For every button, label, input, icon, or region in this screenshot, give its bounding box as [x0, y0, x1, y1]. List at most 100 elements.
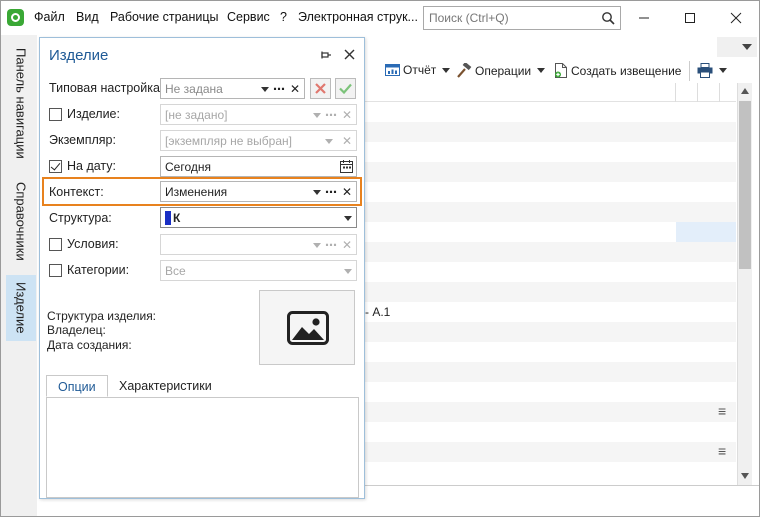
tab-navigation-panel[interactable]: Панель навигации [6, 39, 36, 167]
chevron-down-icon[interactable] [344, 269, 352, 274]
tab-product[interactable]: Изделие [6, 275, 36, 341]
operations-label: Операции [475, 63, 532, 78]
categories-checkbox[interactable] [49, 264, 62, 277]
chevron-down-icon[interactable] [344, 216, 352, 221]
tab-options-label: Опции [58, 380, 96, 394]
more-icon[interactable]: ⋯ [273, 82, 285, 96]
on-date-checkbox[interactable] [49, 160, 62, 173]
product-select[interactable]: [не задано] ⋯ ✕ [160, 104, 357, 125]
panel-title: Изделие [49, 47, 109, 64]
categories-select[interactable]: Все [160, 260, 357, 281]
clear-icon[interactable]: ✕ [341, 108, 353, 122]
tab-references[interactable]: Справочники [6, 171, 36, 271]
product-label: Изделие: [67, 107, 120, 121]
report-button[interactable]: Отчёт [385, 63, 451, 77]
cancel-template-button[interactable] [310, 78, 331, 99]
table-row[interactable] [365, 262, 736, 282]
main-toolbar: Отчёт Операции Создать извещение [365, 59, 759, 83]
search-input[interactable] [429, 11, 599, 25]
table-row[interactable] [365, 382, 736, 402]
calendar-icon[interactable] [340, 160, 353, 173]
table-row[interactable]: ≡ [365, 442, 736, 462]
clear-icon[interactable]: ✕ [289, 82, 301, 96]
product-checkbox[interactable] [49, 108, 62, 121]
tab-content [46, 397, 359, 498]
row-menu-icon[interactable]: ≡ [718, 443, 726, 459]
menu-view[interactable]: Вид [76, 10, 99, 24]
table-row[interactable] [365, 362, 736, 382]
chevron-down-icon[interactable] [325, 139, 333, 144]
more-icon[interactable]: ⋯ [325, 185, 337, 199]
apply-template-button[interactable] [335, 78, 356, 99]
vertical-scrollbar[interactable] [737, 83, 752, 485]
table-row[interactable] [365, 242, 736, 262]
clear-icon[interactable]: ✕ [341, 238, 353, 252]
menu-help[interactable]: ? [280, 10, 287, 24]
template-select[interactable]: Не задана ⋯ ✕ [160, 78, 305, 99]
chevron-down-icon[interactable] [313, 113, 321, 118]
pin-icon[interactable] [321, 50, 331, 60]
create-notice-label: Создать извещение [571, 63, 682, 78]
tab-product-label: Изделие [13, 282, 29, 334]
create-notice-button[interactable]: Создать извещение [554, 63, 681, 78]
table-row[interactable] [365, 282, 736, 302]
chevron-down-icon [442, 67, 451, 73]
toolbar-divider [689, 61, 690, 81]
minimize-button[interactable] [621, 1, 667, 35]
selected-cell[interactable] [676, 222, 736, 242]
product-image-box[interactable] [259, 290, 355, 365]
scrollbar-thumb[interactable] [739, 101, 751, 269]
row-menu-icon[interactable]: ≡ [718, 403, 726, 419]
date-picker[interactable]: Сегодня [160, 156, 357, 177]
table-row[interactable] [365, 182, 736, 202]
clear-icon[interactable]: ✕ [341, 134, 353, 148]
tab-options[interactable]: Опции [46, 375, 108, 397]
close-panel-icon[interactable] [344, 49, 355, 60]
chevron-down-icon[interactable] [313, 190, 321, 195]
left-vertical-tabs: Панель навигации Справочники Изделие [1, 35, 37, 516]
more-icon[interactable]: ⋯ [325, 108, 337, 122]
chevron-down-icon[interactable] [742, 44, 752, 51]
table-row[interactable] [365, 202, 736, 222]
conditions-select[interactable]: ⋯ ✕ [160, 234, 357, 255]
chevron-down-icon[interactable] [313, 243, 321, 248]
app-window: Файл Вид Рабочие страницы Сервис ? Элект… [0, 0, 760, 517]
table-row[interactable] [365, 162, 736, 182]
conditions-label: Условия: [67, 237, 119, 251]
table-row[interactable] [365, 222, 736, 242]
print-button[interactable] [697, 63, 727, 78]
table-row[interactable]: - А.1 [365, 302, 736, 322]
operations-button[interactable]: Операции [457, 63, 546, 78]
context-select[interactable]: Изменения ⋯ ✕ [160, 181, 357, 202]
table-row[interactable] [365, 422, 736, 442]
context-label: Контекст: [49, 185, 104, 199]
product-value: [не задано] [165, 108, 228, 122]
table-row[interactable] [365, 342, 736, 362]
grid-column-divider [697, 83, 698, 102]
scroll-up-icon[interactable] [741, 88, 749, 94]
search-box[interactable] [423, 6, 621, 30]
table-row[interactable]: ≡ [365, 402, 736, 422]
clear-icon[interactable]: ✕ [341, 185, 353, 199]
tab-characteristics[interactable]: Характеристики [108, 375, 223, 397]
chevron-down-icon[interactable] [261, 87, 269, 92]
app-logo-icon [7, 9, 24, 26]
table-row[interactable] [365, 122, 736, 142]
scroll-down-icon[interactable] [741, 473, 749, 479]
grid-cell-text: - А.1 [365, 305, 391, 319]
menu-workpages[interactable]: Рабочие страницы [110, 10, 219, 24]
menu-service[interactable]: Сервис [227, 10, 270, 24]
conditions-checkbox[interactable] [49, 238, 62, 251]
context-value: Изменения [165, 185, 228, 199]
close-window-button[interactable] [713, 1, 759, 35]
maximize-button[interactable] [667, 1, 713, 35]
table-row[interactable] [365, 322, 736, 342]
instance-select[interactable]: [экземпляр не выбран] ✕ [160, 130, 357, 151]
table-row[interactable] [365, 462, 736, 482]
table-row[interactable] [365, 102, 736, 122]
more-icon[interactable]: ⋯ [325, 238, 337, 252]
search-icon[interactable] [601, 11, 615, 25]
table-row[interactable] [365, 142, 736, 162]
structure-select[interactable]: К [160, 207, 357, 228]
menu-file[interactable]: Файл [34, 10, 65, 24]
